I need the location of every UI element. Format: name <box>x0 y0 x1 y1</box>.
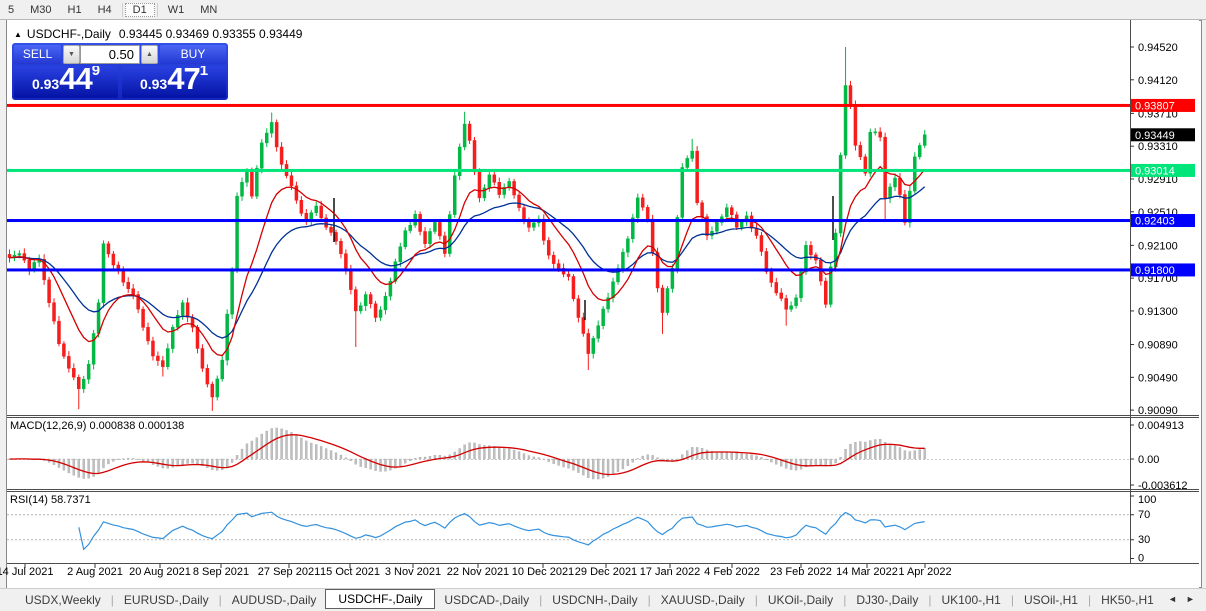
volume-decrease-button[interactable]: ▼ <box>63 45 80 64</box>
chart-tab-usdchf-daily[interactable]: USDCHF-,Daily <box>325 589 436 609</box>
collapse-panel-icon[interactable]: ▲ <box>14 30 22 39</box>
chart-tab-usdcnh-daily[interactable]: USDCNH-,Daily <box>543 591 646 609</box>
chart-title: ▲ USDCHF-,Daily 0.93445 0.93469 0.93355 0.… <box>14 27 302 41</box>
sell-price-sup: 9 <box>91 66 101 79</box>
buy-button[interactable]: BUY <box>160 45 226 64</box>
chart-tab-ukoil-daily[interactable]: UKOil-,Daily <box>759 591 842 609</box>
svg-text:0.93807: 0.93807 <box>1135 100 1175 112</box>
date-label: 29 Dec 2021 <box>575 566 637 578</box>
svg-text:100: 100 <box>1138 494 1156 506</box>
svg-text:0.90090: 0.90090 <box>1138 405 1178 417</box>
chart-tab-audusd-daily[interactable]: AUDUSD-,Daily <box>223 591 326 609</box>
chart-tab-dj30-daily[interactable]: DJ30-,Daily <box>847 591 927 609</box>
sell-price-big: 44 <box>59 66 92 96</box>
date-axis[interactable]: 14 Jul 2021 2 Aug 2021 20 Aug 2021 8 Sep 20… <box>0 564 952 578</box>
svg-text:0.91800: 0.91800 <box>1135 265 1175 277</box>
tab-scroll-arrows: ◄ ► <box>1168 594 1204 604</box>
chart-tab-eurusd-daily[interactable]: EURUSD-,Daily <box>115 591 218 609</box>
svg-text:0: 0 <box>1138 553 1144 565</box>
sell-price-prefix: 0.93 <box>31 76 60 92</box>
buy-price-sup: 1 <box>199 66 209 79</box>
svg-text:0.94120: 0.94120 <box>1138 75 1178 87</box>
svg-text:0.90490: 0.90490 <box>1138 372 1178 384</box>
buy-price-box[interactable]: 0.93471 <box>122 66 226 98</box>
date-label: 8 Sep 2021 <box>193 566 249 578</box>
chart-tab-usoil-h1[interactable]: USOil-,H1 <box>1015 591 1087 609</box>
mt4-screen: 5 M30 H1 H4 D1 W1 MN 0.94520 0.94120 0.93710 0.93… <box>0 0 1206 611</box>
rsi-label: RSI(14) 58.7371 <box>10 494 91 506</box>
chart-tab-uk100-h1[interactable]: UK100-,H1 <box>932 591 1009 609</box>
buy-price-prefix: 0.93 <box>139 76 168 92</box>
sell-button[interactable]: SELL <box>14 45 61 64</box>
sell-price-box[interactable]: 0.93449 <box>14 66 118 98</box>
chart-tab-usdx-weekly[interactable]: USDX,Weekly <box>16 591 110 609</box>
one-click-trading-panel: SELL ▼ ▲ BUY 0.93449 0.93471 <box>12 43 228 100</box>
svg-text:0.92403: 0.92403 <box>1135 216 1175 228</box>
date-label: 17 Jan 2022 <box>640 566 701 578</box>
date-label: 22 Nov 2021 <box>447 566 509 578</box>
volume-increase-button[interactable]: ▲ <box>141 45 158 64</box>
svg-text:30: 30 <box>1138 534 1150 546</box>
chart-ohlc-values: 0.93445 0.93469 0.93355 0.93449 <box>118 27 303 41</box>
date-label: 15 Oct 2021 <box>320 566 380 578</box>
svg-text:0.90890: 0.90890 <box>1138 340 1178 352</box>
date-label: 14 Mar 2022 <box>836 566 898 578</box>
date-label: 1 Apr 2022 <box>898 566 951 578</box>
tab-scroll-left-icon[interactable]: ◄ <box>1168 594 1177 604</box>
svg-text:0.94520: 0.94520 <box>1138 42 1178 54</box>
svg-text:0.93014: 0.93014 <box>1135 165 1175 177</box>
svg-text:0.93310: 0.93310 <box>1138 141 1178 153</box>
svg-text:-0.003612: -0.003612 <box>1138 480 1188 492</box>
date-label: 3 Nov 2021 <box>385 566 441 578</box>
chart-tab-usdcad-daily[interactable]: USDCAD-,Daily <box>435 591 538 609</box>
date-label: 4 Feb 2022 <box>704 566 760 578</box>
svg-text:0.92100: 0.92100 <box>1138 240 1178 252</box>
macd-label: MACD(12,26,9) 0.000838 0.000138 <box>10 420 185 432</box>
date-label: 10 Dec 2021 <box>512 566 574 578</box>
chart-symbol-label: USDCHF-,Daily <box>26 27 111 41</box>
svg-text:0.91300: 0.91300 <box>1138 306 1178 318</box>
date-label: 23 Feb 2022 <box>770 566 832 578</box>
date-label: 2 Aug 2021 <box>67 566 123 578</box>
svg-text:0.00: 0.00 <box>1138 454 1159 466</box>
svg-text:70: 70 <box>1138 509 1150 521</box>
chart-tab-xauusd-daily[interactable]: XAUUSD-,Daily <box>652 591 754 609</box>
chart-tab-hk50-h1[interactable]: HK50-,H1 <box>1092 591 1163 609</box>
date-label: 27 Sep 2021 <box>258 566 320 578</box>
svg-text:0.93449: 0.93449 <box>1135 130 1175 142</box>
volume-input[interactable] <box>80 45 140 64</box>
buy-price-big: 47 <box>167 66 200 96</box>
svg-text:0.004913: 0.004913 <box>1138 420 1184 432</box>
date-label: 20 Aug 2021 <box>129 566 191 578</box>
date-label: 14 Jul 2021 <box>0 566 53 578</box>
chart-tab-bar: USDX,Weekly | EURUSD-,Daily | AUDUSD-,Daily U… <box>0 588 1206 611</box>
tab-scroll-right-icon[interactable]: ► <box>1186 594 1195 604</box>
